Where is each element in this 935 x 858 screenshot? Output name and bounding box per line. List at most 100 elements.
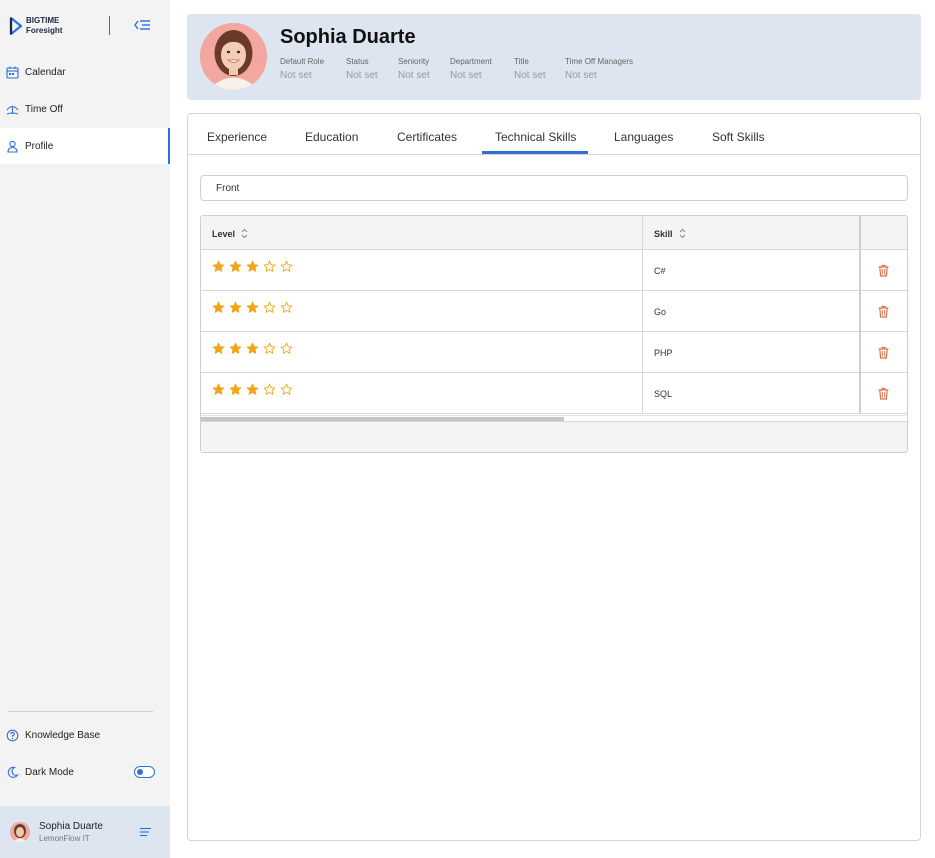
- star-filled-icon[interactable]: [246, 301, 259, 314]
- level-rating[interactable]: [212, 383, 297, 396]
- user-company: LemonFlow IT: [39, 834, 90, 843]
- tab-technical-skills[interactable]: Technical Skills: [495, 130, 576, 144]
- meta-label: Time Off Managers: [565, 57, 634, 66]
- profile-name: Sophia Duarte: [280, 26, 416, 48]
- time-off-icon: [6, 103, 19, 116]
- star-filled-icon[interactable]: [212, 342, 225, 355]
- skill-name: Go: [654, 307, 667, 317]
- star-filled-icon[interactable]: [229, 383, 242, 396]
- profile-avatar: [200, 23, 267, 90]
- star-filled-icon[interactable]: [229, 342, 242, 355]
- skill-name: C#: [654, 266, 666, 276]
- table-row: C#: [201, 250, 907, 291]
- meta-value: Not set: [398, 70, 430, 81]
- star-empty-icon[interactable]: [263, 301, 276, 314]
- brand-logo-icon: [9, 16, 23, 36]
- help-circle-icon: [6, 729, 19, 742]
- star-filled-icon[interactable]: [212, 301, 225, 314]
- brand-subname: Foresight: [26, 26, 63, 35]
- star-empty-icon[interactable]: [280, 301, 293, 314]
- tab-soft-skills[interactable]: Soft Skills: [712, 130, 765, 144]
- table-footer: [201, 421, 907, 452]
- trash-icon[interactable]: [877, 346, 890, 359]
- sidebar-divider: [8, 711, 153, 712]
- skills-panel: Experience Education Certificates Techni…: [187, 113, 921, 841]
- tab-experience[interactable]: Experience: [207, 130, 267, 144]
- column-divider: [642, 216, 643, 414]
- meta-default-role: Default Role Not set: [280, 57, 324, 81]
- sidebar-item-knowledge-base[interactable]: Knowledge Base: [0, 717, 170, 753]
- profile-header: Sophia Duarte Default Role Not set Statu…: [187, 14, 921, 100]
- column-divider: [859, 216, 861, 414]
- star-filled-icon[interactable]: [229, 301, 242, 314]
- table-row: PHP: [201, 332, 907, 373]
- moon-icon: [6, 766, 19, 779]
- column-header-label: Level: [212, 228, 236, 239]
- meta-label: Seniority: [398, 57, 430, 66]
- meta-value: Not set: [514, 70, 546, 81]
- level-rating[interactable]: [212, 301, 297, 314]
- brand-divider: [109, 16, 110, 35]
- tab-languages[interactable]: Languages: [614, 130, 673, 144]
- menu-lines-icon[interactable]: [140, 827, 151, 837]
- user-name: Sophia Duarte: [39, 821, 103, 832]
- meta-label: Status: [346, 57, 369, 66]
- current-user-card[interactable]: Sophia Duarte LemonFlow IT: [0, 806, 170, 858]
- sort-icon[interactable]: [241, 228, 248, 239]
- profile-tabs: Experience Education Certificates Techni…: [188, 114, 920, 155]
- sort-icon[interactable]: [679, 228, 686, 239]
- table-header: Level Skill: [201, 216, 907, 250]
- star-filled-icon[interactable]: [246, 383, 259, 396]
- toggle-knob: [136, 768, 143, 775]
- star-empty-icon[interactable]: [280, 342, 293, 355]
- tab-education[interactable]: Education: [305, 130, 358, 144]
- column-header-skill[interactable]: Skill: [654, 228, 686, 239]
- meta-value: Not set: [346, 70, 378, 81]
- dark-mode-toggle[interactable]: [134, 766, 155, 778]
- tab-certificates[interactable]: Certificates: [397, 130, 457, 144]
- meta-label: Title: [514, 57, 529, 66]
- meta-status: Status Not set: [346, 57, 378, 81]
- sidebar-item-label: Profile: [25, 140, 54, 152]
- sidebar-item-label: Time Off: [25, 103, 63, 115]
- star-filled-icon[interactable]: [212, 260, 225, 273]
- meta-value: Not set: [565, 70, 597, 81]
- sidebar-item-profile[interactable]: Profile: [0, 128, 170, 164]
- star-empty-icon[interactable]: [263, 383, 276, 396]
- active-tab-indicator: [482, 151, 588, 154]
- sidebar-item-label: Dark Mode: [25, 766, 74, 778]
- star-filled-icon[interactable]: [246, 342, 259, 355]
- column-header-level[interactable]: Level: [212, 228, 248, 239]
- meta-time-off-managers: Time Off Managers Not set: [565, 57, 633, 81]
- table-row: SQL: [201, 373, 907, 414]
- sidebar-item-label: Calendar: [25, 66, 66, 78]
- trash-icon[interactable]: [877, 264, 890, 277]
- meta-title: Title Not set: [514, 57, 546, 81]
- brand[interactable]: BIGTIME Foresight: [9, 16, 62, 36]
- star-empty-icon[interactable]: [263, 260, 276, 273]
- level-rating[interactable]: [212, 342, 297, 355]
- meta-department: Department Not set: [450, 57, 492, 81]
- star-filled-icon[interactable]: [229, 260, 242, 273]
- trash-icon[interactable]: [877, 387, 890, 400]
- skills-table: Level Skill C# Go PHP SQL: [200, 215, 908, 453]
- trash-icon[interactable]: [877, 305, 890, 318]
- sidebar-item-time-off[interactable]: Time Off: [0, 91, 170, 127]
- level-rating[interactable]: [212, 260, 297, 273]
- star-filled-icon[interactable]: [246, 260, 259, 273]
- column-header-label: Skill: [654, 228, 673, 239]
- sidebar-item-calendar[interactable]: Calendar: [0, 54, 170, 90]
- user-avatar: [10, 822, 30, 842]
- skill-name: PHP: [654, 348, 673, 358]
- star-filled-icon[interactable]: [212, 383, 225, 396]
- person-icon: [6, 140, 19, 153]
- skill-category-input[interactable]: [200, 175, 908, 201]
- collapse-sidebar-icon[interactable]: [133, 17, 151, 33]
- meta-seniority: Seniority Not set: [398, 57, 430, 81]
- star-empty-icon[interactable]: [263, 342, 276, 355]
- star-empty-icon[interactable]: [280, 260, 293, 273]
- star-empty-icon[interactable]: [280, 383, 293, 396]
- sidebar: BIGTIME Foresight Calendar Time Off Prof…: [0, 0, 170, 858]
- meta-label: Default Role: [280, 57, 325, 66]
- meta-value: Not set: [280, 70, 312, 81]
